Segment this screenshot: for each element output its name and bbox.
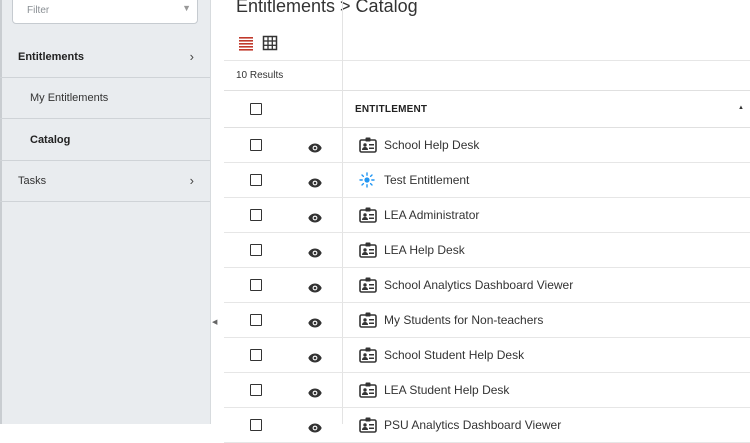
eye-icon[interactable]	[308, 350, 322, 368]
results-bar: 10 Results	[224, 60, 750, 91]
table-row[interactable]: LEA Administrator	[224, 198, 750, 233]
starburst-icon	[359, 172, 375, 193]
eye-icon[interactable]	[308, 280, 322, 298]
chevron-right-icon[interactable]: ›	[190, 49, 194, 64]
eye-icon[interactable]	[308, 385, 322, 403]
row-checkbox[interactable]	[250, 139, 262, 151]
row-checkbox[interactable]	[250, 384, 262, 396]
table-row[interactable]: Test Entitlement	[224, 163, 750, 198]
table-row[interactable]: School Help Desk	[224, 128, 750, 163]
table-row[interactable]: My Students for Non-teachers	[224, 303, 750, 338]
id-badge-icon	[359, 312, 377, 333]
sidebar-item-my-entitlements[interactable]: My Entitlements	[0, 78, 210, 119]
dropdown-caret-icon[interactable]: ▼	[182, 3, 191, 13]
sidebar-item-label: Catalog	[30, 134, 71, 146]
table-row[interactable]: PSU Analytics Dashboard Viewer	[224, 408, 750, 443]
row-checkbox[interactable]	[250, 314, 262, 326]
filter-input[interactable]	[25, 0, 179, 24]
id-badge-icon	[359, 417, 377, 438]
entitlement-name[interactable]: LEA Administrator	[384, 208, 479, 222]
id-badge-icon	[359, 242, 377, 263]
id-badge-icon	[359, 347, 377, 368]
main-content: Entitlements > Catalog 10 Results ENTITL…	[224, 0, 750, 443]
eye-icon[interactable]	[308, 420, 322, 438]
id-badge-icon	[359, 207, 377, 228]
entitlement-name[interactable]: PSU Analytics Dashboard Viewer	[384, 418, 561, 432]
id-badge-icon	[359, 277, 377, 298]
sidebar-item-label: Tasks	[18, 175, 47, 187]
grid-header: ENTITLEMENT ▲	[224, 91, 750, 128]
entitlement-name[interactable]: School Analytics Dashboard Viewer	[384, 278, 573, 292]
sort-ascending-icon[interactable]: ▲	[738, 105, 744, 111]
table-row[interactable]: School Analytics Dashboard Viewer	[224, 268, 750, 303]
entitlement-name[interactable]: Test Entitlement	[384, 173, 469, 187]
row-checkbox[interactable]	[250, 174, 262, 186]
entitlement-name[interactable]: LEA Student Help Desk	[384, 383, 509, 397]
entitlement-column-header[interactable]: ENTITLEMENT	[355, 104, 427, 115]
sidebar-item-catalog[interactable]: Catalog	[0, 120, 210, 161]
table-row[interactable]: LEA Student Help Desk	[224, 373, 750, 408]
eye-icon[interactable]	[308, 245, 322, 263]
row-checkbox[interactable]	[250, 244, 262, 256]
collapse-sidebar-icon[interactable]: ◀	[212, 318, 217, 326]
sidebar-item-entitlements[interactable]: Entitlements ›	[0, 37, 210, 78]
page-title: Entitlements > Catalog	[236, 0, 418, 16]
eye-icon[interactable]	[308, 315, 322, 333]
row-checkbox[interactable]	[250, 419, 262, 431]
row-checkbox[interactable]	[250, 349, 262, 361]
entitlement-name[interactable]: LEA Help Desk	[384, 243, 465, 257]
sidebar-item-label: My Entitlements	[30, 92, 109, 104]
entitlement-name[interactable]: My Students for Non-teachers	[384, 313, 543, 327]
select-all-checkbox[interactable]	[250, 103, 262, 115]
row-checkbox[interactable]	[250, 279, 262, 291]
entitlement-name[interactable]: School Student Help Desk	[384, 348, 524, 362]
grid-view-icon[interactable]	[262, 35, 278, 51]
eye-icon[interactable]	[308, 210, 322, 228]
eye-icon[interactable]	[308, 140, 322, 158]
sidebar: ▼ Entitlements › My Entitlements Catalog Tas…	[0, 0, 211, 424]
row-checkbox[interactable]	[250, 209, 262, 221]
eye-icon[interactable]	[308, 175, 322, 193]
results-count: 10 Results	[236, 70, 284, 81]
sidebar-item-tasks[interactable]: Tasks ›	[0, 161, 210, 202]
table-row[interactable]: LEA Help Desk	[224, 233, 750, 268]
filter-dropdown[interactable]: ▼	[12, 0, 198, 24]
chevron-right-icon[interactable]: ›	[190, 173, 194, 188]
entitlement-name[interactable]: School Help Desk	[384, 138, 479, 152]
sidebar-item-label: Entitlements	[18, 51, 85, 63]
view-toggle	[238, 35, 278, 51]
id-badge-icon	[359, 137, 377, 158]
id-badge-icon	[359, 382, 377, 403]
table-row[interactable]: School Student Help Desk	[224, 338, 750, 373]
list-view-icon[interactable]	[238, 35, 254, 51]
